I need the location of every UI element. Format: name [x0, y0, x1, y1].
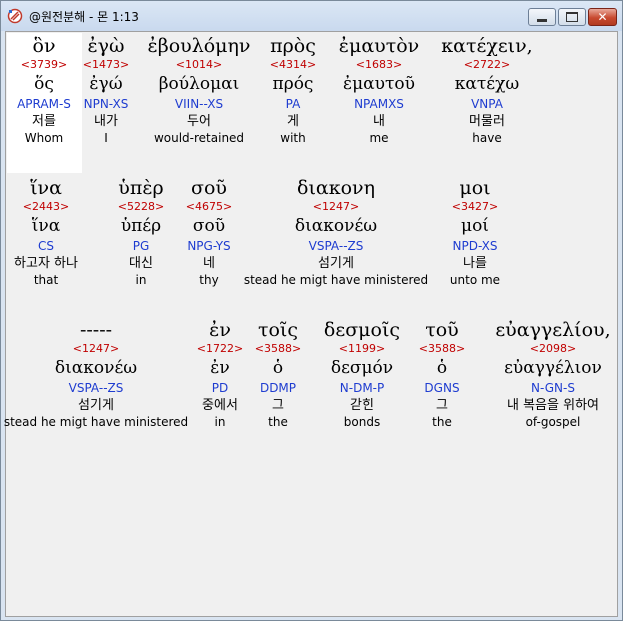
maximize-icon: [566, 12, 578, 22]
korean-gloss: 나를: [463, 256, 487, 271]
app-window: @원전분해 - 몬 1:13 ✕ ὃν <3739> ὅς APRAM-S 저를 Whom…: [0, 0, 623, 621]
strong-number: <2722>: [463, 58, 511, 71]
window-title: @원전분해 - 몬 1:13: [29, 10, 139, 24]
lemma: μοί: [461, 216, 489, 236]
english-gloss: of-gospel: [525, 415, 581, 429]
app-icon: [7, 8, 23, 24]
close-button[interactable]: ✕: [588, 8, 617, 26]
minimize-button[interactable]: [528, 8, 556, 26]
morph-code: N-GN-S: [531, 381, 575, 395]
word-block[interactable]: εὐαγγελίου, <2098> εὐαγγέλιον N-GN-S 내 복음을 위…: [443, 319, 625, 429]
greek-word: μοι: [459, 177, 491, 199]
close-icon: ✕: [597, 10, 608, 24]
lemma: εὐαγγέλιον: [504, 358, 602, 378]
word-block[interactable]: μοι <3427> μοί NPD-XS 나를 unto me: [365, 177, 585, 287]
word-block[interactable]: κατέχειν, <2722> κατέχω VNPA 머물러 have: [377, 35, 597, 145]
morph-code: VNPA: [471, 97, 503, 111]
strong-number: <2098>: [529, 342, 577, 355]
english-gloss: have: [472, 131, 502, 145]
korean-gloss: 머물러: [469, 114, 505, 129]
lemma: κατέχω: [454, 74, 520, 94]
morph-code: NPD-XS: [452, 239, 498, 253]
strong-number: <3427>: [451, 200, 499, 213]
interlinear-panel: ὃν <3739> ὅς APRAM-S 저를 Whom ἐγὼ <1473> ἐγώ NPN-X…: [4, 31, 618, 617]
korean-gloss: 내 복음을 위하여: [507, 398, 599, 413]
english-gloss: unto me: [449, 273, 501, 287]
greek-word: εὐαγγελίου,: [495, 319, 611, 341]
title-bar[interactable]: @원전분해 - 몬 1:13 ✕: [1, 1, 622, 31]
minimize-icon: [537, 18, 547, 22]
maximize-button[interactable]: [558, 8, 586, 26]
greek-word: κατέχειν,: [441, 35, 533, 57]
